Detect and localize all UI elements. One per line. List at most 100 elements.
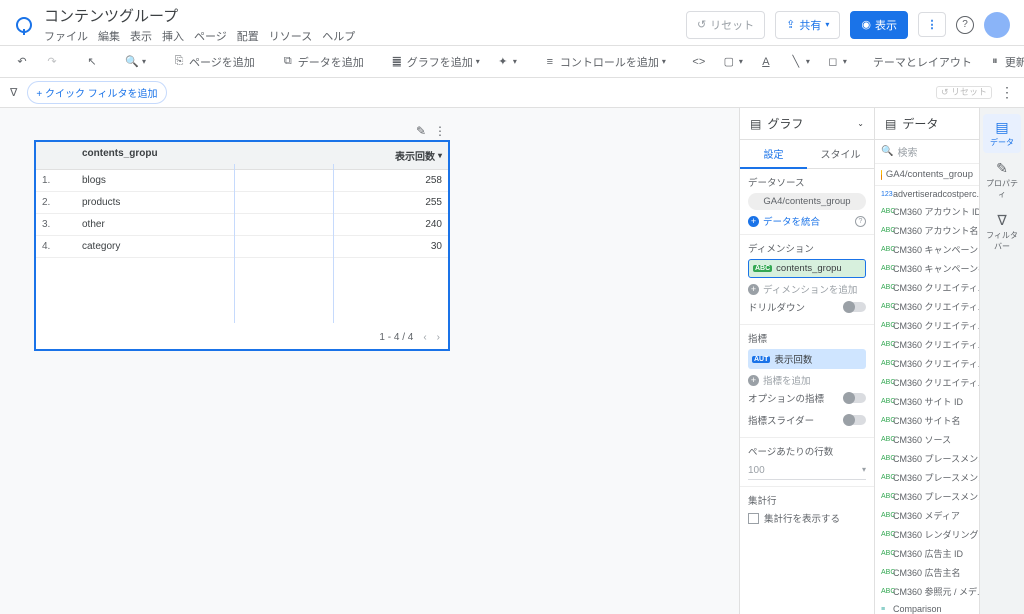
add-data-button[interactable]: ⧉データを追加 [276,51,369,73]
more-button[interactable]: ⋮ [918,12,946,37]
field-item[interactable]: ABCCM360 メディア [875,506,979,525]
table-row[interactable]: 4.category30 [36,236,448,258]
pager-range: 1 - 4 / 4 [379,332,413,343]
chart-panel-title: グラフ [767,115,803,132]
dim-header[interactable]: contents_gropu [76,142,362,169]
field-item[interactable]: ABCCM360 クリエイティ... [875,354,979,373]
filter-more-icon[interactable]: ⋮ [1000,84,1014,101]
field-item[interactable]: ABCCM360 キャンペーン名 [875,259,979,278]
menu-page[interactable]: ページ [194,28,227,44]
field-item[interactable]: ABCCM360 プレースメン... [875,487,979,506]
chart-type-icon[interactable]: ▤ [750,117,761,131]
metric-slider-toggle[interactable] [844,415,866,425]
metric-label: 指標 [748,331,866,345]
field-type-icon: ABC [881,531,889,538]
add-metric-button[interactable]: +指標を追加 [748,373,866,387]
rail-filter[interactable]: ∇フィルタバー [983,207,1021,257]
embed-button[interactable]: <> [687,52,711,72]
help-icon[interactable]: ? [855,216,866,227]
data-table[interactable]: contents_gropu 表示回数▾ 1.blogs2582.product… [34,140,450,351]
table-row[interactable]: 1.blogs258 [36,170,448,192]
report-canvas[interactable]: ✎ ⋮ contents_gropu 表示回数▾ 1.blogs2582.pro… [0,108,740,614]
datasource-chip[interactable]: GA4/contents_group [748,193,866,210]
field-item[interactable]: ABCCM360 プレースメン... [875,468,979,487]
avatar[interactable] [984,12,1010,38]
rail-properties[interactable]: ✎プロパティ [983,155,1021,205]
field-item[interactable]: ABCCM360 キャンペーン ... [875,240,979,259]
field-item[interactable]: ABCCM360 プレースメン... [875,449,979,468]
theme-button[interactable]: テーマとレイアウト [868,51,977,73]
image-button[interactable]: ▢▾ [717,52,748,72]
tab-style[interactable]: スタイル [807,140,874,168]
field-item[interactable]: ABCCM360 参照元 / メデ... [875,582,979,601]
field-item[interactable]: ABCCM360 広告主 ID [875,544,979,563]
metric-field[interactable]: AUT表示回数 [748,349,866,369]
field-type-icon: ABC [881,379,889,386]
add-dimension-button[interactable]: +ディメンションを追加 [748,282,866,296]
field-item[interactable]: ABCCM360 サイト ID [875,392,979,411]
field-item[interactable]: ABCCM360 クリエイティ... [875,373,979,392]
menu-view[interactable]: 表示 [130,28,152,44]
tab-settings[interactable]: 設定 [740,140,807,169]
quick-filter-button[interactable]: + クイック フィルタを追加 [27,81,166,104]
rows-per-page-select[interactable]: 100▾ [748,462,866,480]
drilldown-label: ドリルダウン [748,300,805,314]
data-source-item[interactable]: GA4/contents_group [875,164,979,186]
help-icon[interactable]: ? [956,16,974,34]
edit-chart-icon[interactable]: ✎ [416,124,426,138]
filter-reset-button[interactable]: ↺ リセット [936,86,992,100]
view-button[interactable]: ◉表示 [850,11,908,39]
add-control-button[interactable]: ≡コントロールを追加▾ [538,51,671,73]
field-item[interactable]: ≡Comparison [875,601,979,614]
field-item[interactable]: ABCCM360 レンダリング ... [875,525,979,544]
field-item[interactable]: 123advertiseradcostperc... [875,186,979,202]
add-page-button[interactable]: ⎘ページを追加 [167,51,260,73]
field-item[interactable]: ABCCM360 広告主名 [875,563,979,582]
field-item[interactable]: ABCCM360 アカウント名 [875,221,979,240]
dimension-field[interactable]: ABCcontents_gropu [748,259,866,278]
field-search[interactable]: 🔍検索 [875,140,979,164]
reset-button[interactable]: ↺リセット [686,11,765,39]
menu-edit[interactable]: 編集 [98,28,120,44]
shape-button[interactable]: ◻▾ [821,52,852,72]
pager-next[interactable]: › [437,332,440,343]
redo-button[interactable]: ↷ [40,52,64,72]
field-item[interactable]: ABCCM360 クリエイティ... [875,297,979,316]
menu-arrange[interactable]: 配置 [237,28,259,44]
rail-data[interactable]: ▤データ [983,114,1021,153]
pager-prev[interactable]: ‹ [423,332,426,343]
field-type-icon: ABC [881,493,889,500]
field-item[interactable]: ABCCM360 クリエイティ... [875,278,979,297]
logo-icon [16,17,32,33]
chart-more-icon[interactable]: ⋮ [434,124,446,138]
drilldown-toggle[interactable] [844,302,866,312]
field-item[interactable]: ABCCM360 サイト名 [875,411,979,430]
undo-button[interactable]: ↶ [10,52,34,72]
add-chart-button[interactable]: ䷀グラフを追加▾ [385,51,485,73]
field-item[interactable]: ABCCM360 クリエイティ... [875,316,979,335]
line-button[interactable]: ╲▾ [784,52,815,72]
field-item[interactable]: ABCCM360 アカウント ID [875,202,979,221]
zoom-tool[interactable]: 🔍▾ [120,52,151,72]
optional-metric-toggle[interactable] [844,393,866,403]
share-button[interactable]: ⇪共有▾ [775,11,840,39]
summary-checkbox[interactable]: 集計行を表示する [748,511,866,525]
select-tool[interactable]: ↖ [80,52,104,72]
field-item[interactable]: ABCCM360 ソース [875,430,979,449]
menu-file[interactable]: ファイル [44,28,88,44]
pause-refresh-button[interactable]: ⏸更新を一時停止 [983,51,1024,73]
menu-insert[interactable]: 挿入 [162,28,184,44]
table-row[interactable]: 2.products255 [36,192,448,214]
community-viz-button[interactable]: ✦▾ [491,52,522,72]
chart-type-dropdown[interactable]: ⌄ [857,119,864,128]
table-row[interactable]: 3.other240 [36,214,448,236]
metric-header[interactable]: 表示回数▾ [362,142,448,169]
ga4-icon [881,170,882,180]
field-item[interactable]: ABCCM360 クリエイティ... [875,335,979,354]
search-icon: 🔍 [881,146,893,157]
blend-data-button[interactable]: +データを統合? [748,214,866,228]
text-button[interactable]: A [754,52,778,72]
field-type-icon: ABC [881,398,889,405]
menu-help[interactable]: ヘルプ [322,28,355,44]
menu-resource[interactable]: リソース [269,28,312,44]
